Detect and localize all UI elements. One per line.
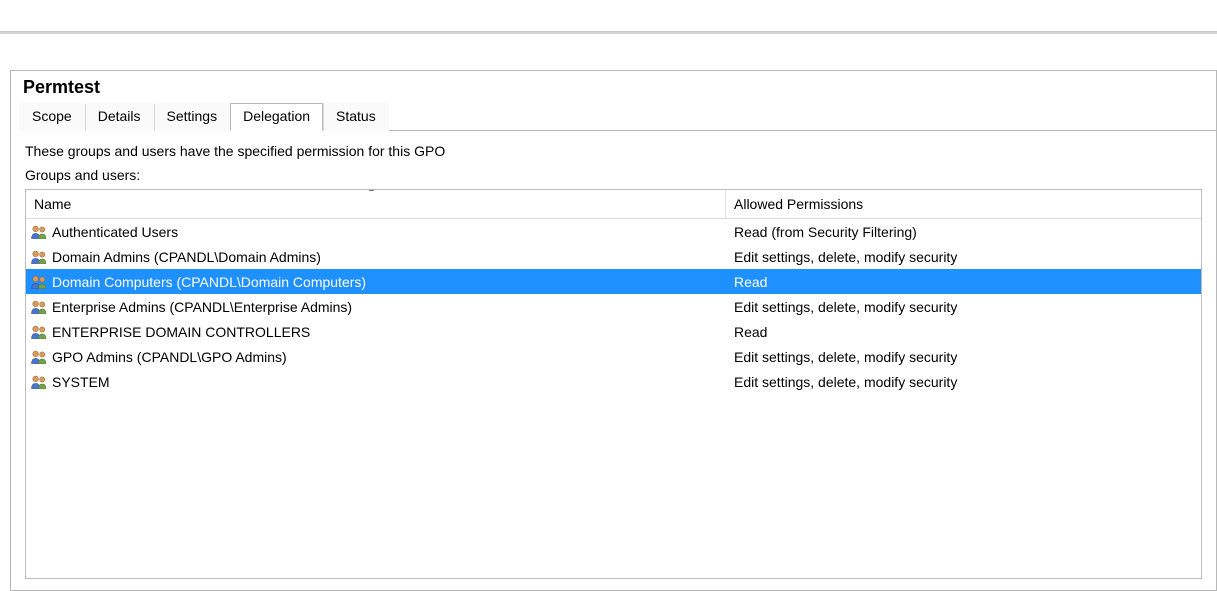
sort-ascending-icon: ▴	[369, 189, 374, 194]
cell-permissions: Read	[726, 324, 1201, 340]
table-row[interactable]: Domain Computers (CPANDL\Domain Computer…	[26, 269, 1201, 294]
tab-settings[interactable]: Settings	[154, 103, 231, 131]
tab-status[interactable]: Status	[323, 103, 389, 131]
tab-delegation-content: These groups and users have the specifie…	[11, 131, 1216, 579]
tab-details[interactable]: Details	[85, 103, 154, 131]
tab-label: Settings	[167, 108, 218, 124]
cell-name: Domain Admins (CPANDL\Domain Admins)	[26, 249, 726, 265]
cell-permissions: Read (from Security Filtering)	[726, 224, 1201, 240]
group-icon	[30, 374, 48, 390]
listview-body: Authenticated Users Read (from Security F…	[26, 219, 1201, 394]
cell-name: Enterprise Admins (CPANDL\Enterprise Adm…	[26, 299, 726, 315]
page-title: Permtest	[23, 77, 1216, 98]
row-name-label: Enterprise Admins (CPANDL\Enterprise Adm…	[52, 299, 352, 315]
cell-permissions: Edit settings, delete, modify security	[726, 299, 1201, 315]
group-icon	[30, 349, 48, 365]
table-row[interactable]: SYSTEM Edit settings, delete, modify secu…	[26, 369, 1201, 394]
group-icon	[30, 249, 48, 265]
tab-label: Scope	[32, 108, 72, 124]
cell-permissions: Read	[726, 274, 1201, 290]
groups-users-listview[interactable]: Name ▴ Allowed Permissions Authenticated…	[25, 189, 1202, 579]
row-name-label: GPO Admins (CPANDL\GPO Admins)	[52, 349, 287, 365]
cell-name: Domain Computers (CPANDL\Domain Computer…	[26, 274, 726, 290]
tab-label: Delegation	[243, 108, 310, 124]
group-icon	[30, 324, 48, 340]
table-row[interactable]: Enterprise Admins (CPANDL\Enterprise Adm…	[26, 294, 1201, 319]
column-header-permissions[interactable]: Allowed Permissions	[726, 190, 1201, 218]
delegation-description: These groups and users have the specifie…	[25, 143, 1202, 159]
cell-name: ENTERPRISE DOMAIN CONTROLLERS	[26, 324, 726, 340]
tab-label: Status	[336, 108, 376, 124]
cell-name: GPO Admins (CPANDL\GPO Admins)	[26, 349, 726, 365]
top-divider	[0, 31, 1217, 34]
listview-header: Name ▴ Allowed Permissions	[26, 190, 1201, 219]
group-icon	[30, 299, 48, 315]
table-row[interactable]: ENTERPRISE DOMAIN CONTROLLERS Read	[26, 319, 1201, 344]
groups-users-label: Groups and users:	[25, 167, 1202, 183]
column-header-name-label: Name	[34, 196, 71, 212]
tab-strip: Scope Details Settings Delegation Status	[19, 102, 1216, 131]
column-header-name[interactable]: Name ▴	[26, 190, 726, 218]
tab-label: Details	[98, 108, 141, 124]
table-row[interactable]: Domain Admins (CPANDL\Domain Admins) Edit…	[26, 244, 1201, 269]
gpo-detail-pane: Permtest ScopeDetailsSettingsDelegationS…	[10, 70, 1217, 591]
row-name-label: Domain Admins (CPANDL\Domain Admins)	[52, 249, 321, 265]
row-name-label: Authenticated Users	[52, 224, 178, 240]
table-row[interactable]: GPO Admins (CPANDL\GPO Admins) Edit setti…	[26, 344, 1201, 369]
row-name-label: SYSTEM	[52, 374, 110, 390]
group-icon	[30, 274, 48, 290]
cell-name: SYSTEM	[26, 374, 726, 390]
cell-name: Authenticated Users	[26, 224, 726, 240]
tab-scope[interactable]: Scope	[19, 103, 85, 131]
cell-permissions: Edit settings, delete, modify security	[726, 249, 1201, 265]
table-row[interactable]: Authenticated Users Read (from Security F…	[26, 219, 1201, 244]
tab-delegation[interactable]: Delegation	[230, 103, 323, 131]
cell-permissions: Edit settings, delete, modify security	[726, 349, 1201, 365]
row-name-label: Domain Computers (CPANDL\Domain Computer…	[52, 274, 366, 290]
cell-permissions: Edit settings, delete, modify security	[726, 374, 1201, 390]
column-header-permissions-label: Allowed Permissions	[734, 196, 863, 212]
group-icon	[30, 224, 48, 240]
row-name-label: ENTERPRISE DOMAIN CONTROLLERS	[52, 324, 310, 340]
